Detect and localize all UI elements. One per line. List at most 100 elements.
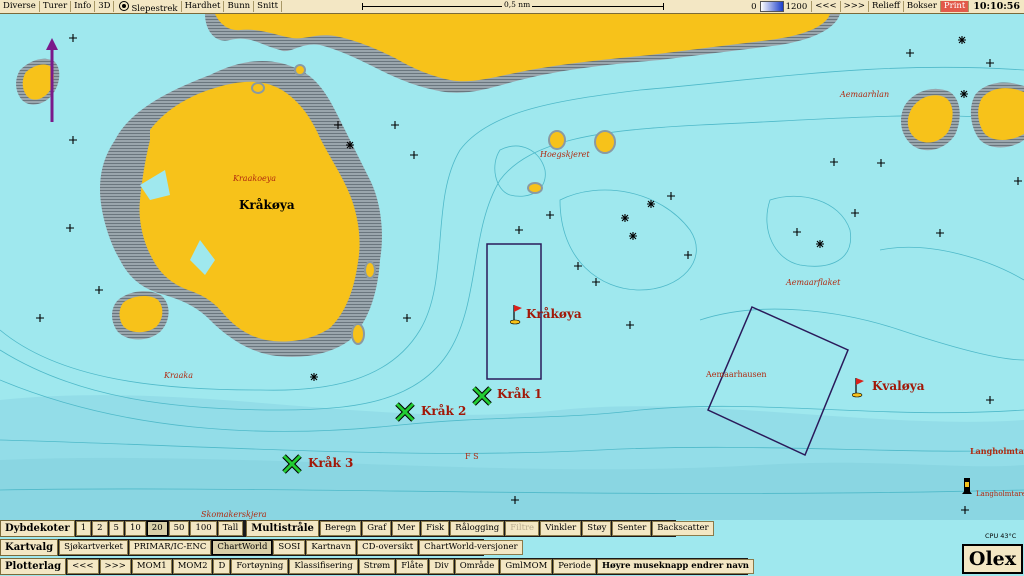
omrade-button[interactable]: Område — [454, 559, 500, 574]
depth-20-button[interactable]: 20 — [146, 521, 168, 536]
scale-tick-right — [663, 3, 664, 10]
cd-oversikt-button[interactable]: CD-oversikt — [357, 540, 419, 555]
dybdekoter-panel: Dybdekoter 1 2 5 10 20 50 100 Tall Multi… — [0, 520, 714, 548]
multistraale-label: Multistråle — [251, 523, 314, 534]
mer-button[interactable]: Mer — [392, 521, 421, 536]
target-icon — [119, 1, 130, 11]
d-button[interactable]: D — [213, 559, 231, 574]
menu-turer[interactable]: Turer — [40, 1, 72, 12]
print-button[interactable]: Print — [940, 1, 970, 12]
rock-mark — [346, 141, 354, 149]
bokser-button[interactable]: Bokser — [904, 1, 941, 12]
menu-diverse[interactable]: Diverse — [0, 1, 40, 12]
label-aemaarhausen: Aemaarhausen — [706, 370, 767, 379]
depth-tall-button[interactable]: Tall — [217, 521, 244, 536]
x-mark-krak-1[interactable] — [471, 385, 493, 411]
rock-mark — [629, 232, 637, 240]
rock-mark — [310, 373, 318, 381]
label-kraaka: Kraaka — [164, 371, 193, 380]
flag-mark-kraakoya[interactable] — [509, 303, 524, 329]
x-mark-krak-2[interactable] — [394, 401, 416, 427]
flag-icon — [851, 378, 864, 398]
menu-bunn[interactable]: Bunn — [224, 1, 255, 12]
label-hoegskjeret: Hoegskjeret — [540, 150, 590, 159]
label-kraakoeya: Kraakoeya — [233, 174, 277, 183]
plotterlag-panel: Plotterlag <<< >>> MOM1 MOM2 D Fortøynin… — [0, 558, 754, 575]
primar-button[interactable]: PRIMAR/IC-ENC — [128, 540, 212, 555]
x-label-krak-2: Kråk 2 — [421, 404, 467, 418]
x-label-krak-3: Kråk 3 — [308, 456, 354, 470]
depth-5-button[interactable]: 5 — [108, 521, 124, 536]
rock-mark — [647, 200, 655, 208]
depth-min-label: 0 — [751, 1, 757, 12]
scale-tick-left — [362, 3, 363, 10]
depth-2-button[interactable]: 2 — [92, 521, 108, 536]
fortoyning-button[interactable]: Fortøyning — [231, 559, 289, 574]
rock-mark — [958, 36, 966, 44]
flag-icon — [509, 305, 522, 325]
sosi-button[interactable]: SOSI — [273, 540, 306, 555]
fisk-button[interactable]: Fisk — [421, 521, 450, 536]
menu-3d[interactable]: 3D — [95, 1, 115, 12]
filtre-button[interactable]: Filtre — [505, 521, 540, 536]
flag-label-kvaloya: Kvaløya — [872, 379, 925, 393]
x-mark-icon — [395, 402, 415, 422]
gmlmom-button[interactable]: GmlMOM — [500, 559, 553, 574]
beregn-button[interactable]: Beregn — [319, 521, 362, 536]
klassifisering-button[interactable]: Klassifisering — [289, 559, 358, 574]
vinkler-button[interactable]: Vinkler — [540, 521, 582, 536]
ralogging-button[interactable]: Rålogging — [450, 521, 505, 536]
strom-button[interactable]: Strøm — [358, 559, 396, 574]
menu-info[interactable]: Info — [71, 1, 96, 12]
nav-forward-button[interactable]: >>> — [841, 1, 869, 12]
graf-button[interactable]: Graf — [362, 521, 392, 536]
label-langholmtaren: Langholmtaren — [976, 490, 1024, 498]
depth-100-button[interactable]: 100 — [190, 521, 217, 536]
chartworld-button[interactable]: ChartWorld — [212, 540, 273, 555]
rock-mark — [816, 240, 824, 248]
sjokartverket-button[interactable]: Sjøkartverket — [59, 540, 128, 555]
backscatter-button[interactable]: Backscatter — [652, 521, 714, 536]
slepestrek-label: Slepestrek — [131, 4, 178, 14]
div-button[interactable]: Div — [429, 559, 454, 574]
cpu-temperature: CPU 43°C — [985, 532, 1017, 540]
label-kraakoya-main: Kråkøya — [239, 198, 295, 212]
mom1-button[interactable]: MOM1 — [131, 559, 172, 574]
clock: 10:10:56 — [973, 1, 1020, 12]
plotter-forward-button[interactable]: >>> — [99, 559, 131, 574]
stoy-button[interactable]: Støy — [582, 521, 612, 536]
menu-snitt[interactable]: Snitt — [254, 1, 282, 12]
periode-button[interactable]: Periode — [553, 559, 597, 574]
chartworld-versjoner-button[interactable]: ChartWorld-versjoner — [419, 540, 523, 555]
depth-1-button[interactable]: 1 — [75, 521, 92, 536]
chart-map[interactable]: Kraakoeya Kråkøya Hoegskjeret Aemaarhlan… — [0, 14, 1024, 520]
kartvalg-panel: Kartvalg Sjøkartverket PRIMAR/IC-ENC Cha… — [0, 539, 523, 556]
rename-hint: Høyre museknapp endrer navn — [597, 559, 754, 574]
kartnavn-button[interactable]: Kartnavn — [306, 540, 357, 555]
kartvalg-title: Kartvalg — [0, 539, 59, 556]
nav-back-button[interactable]: <<< — [811, 1, 841, 12]
x-mark-krak-3[interactable] — [281, 453, 303, 479]
menu-slepestrek[interactable]: Slepestrek — [114, 1, 182, 14]
depth-gradient[interactable] — [759, 1, 784, 12]
menu-hardhet[interactable]: Hardhet — [182, 1, 225, 12]
senter-button[interactable]: Senter — [612, 521, 652, 536]
plotterlag-title: Plotterlag — [0, 558, 67, 575]
rock-mark — [621, 214, 629, 222]
multistraale-title: Multistråle — [246, 520, 319, 548]
olex-logo: Olex — [962, 544, 1023, 574]
plotter-back-button[interactable]: <<< — [67, 559, 99, 574]
label-aemaarflaket: Aemaarflaket — [786, 278, 841, 287]
relieff-button[interactable]: Relieff — [869, 1, 904, 12]
top-toolbar: Diverse Turer Info 3D Slepestrek Hardhet… — [0, 0, 1024, 14]
flag-mark-kvaloya[interactable] — [851, 376, 866, 402]
depth-50-button[interactable]: 50 — [168, 521, 190, 536]
flate-button[interactable]: Flåte — [396, 559, 429, 574]
label-aemaarhlan: Aemaarhlan — [840, 90, 890, 99]
label-skomakerskjera: Skomakerskjera — [201, 510, 267, 519]
label-fs: F S — [465, 452, 479, 461]
depth-10-button[interactable]: 10 — [124, 521, 146, 536]
mom2-button[interactable]: MOM2 — [172, 559, 213, 574]
rock-mark — [960, 90, 968, 98]
x-mark-icon — [472, 386, 492, 406]
